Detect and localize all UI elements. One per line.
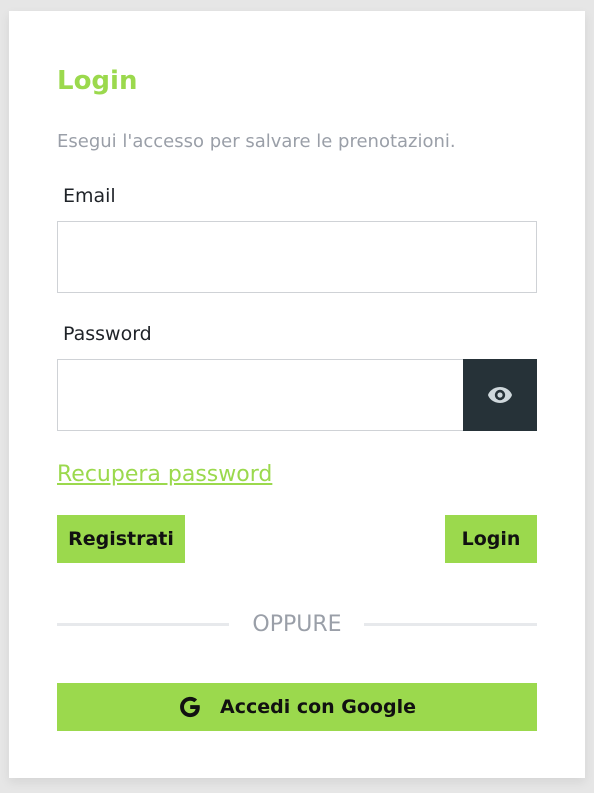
recover-password-link[interactable]: Recupera password: [57, 461, 272, 489]
password-field[interactable]: [58, 360, 464, 430]
password-label: Password: [63, 323, 152, 345]
register-button[interactable]: Registrati: [57, 515, 185, 563]
or-divider: OPPURE: [57, 611, 537, 639]
toggle-password-visibility-button[interactable]: [463, 359, 537, 431]
email-field-box: [57, 221, 537, 293]
eye-icon: [488, 387, 512, 403]
login-card: Login Esegui l'accesso per salvare le pr…: [9, 11, 585, 778]
password-field-box: [57, 359, 464, 431]
email-field[interactable]: [58, 222, 536, 292]
login-button[interactable]: Login: [445, 515, 537, 563]
page-title: Login: [57, 66, 138, 96]
divider-text: OPPURE: [252, 612, 342, 637]
email-label: Email: [63, 185, 116, 207]
password-group: [57, 359, 537, 431]
google-button-label: Accedi con Google: [219, 696, 416, 718]
login-subtitle: Esegui l'accesso per salvare le prenotaz…: [57, 131, 456, 152]
google-login-button[interactable]: Accedi con Google: [57, 683, 537, 731]
google-icon: [180, 696, 200, 718]
